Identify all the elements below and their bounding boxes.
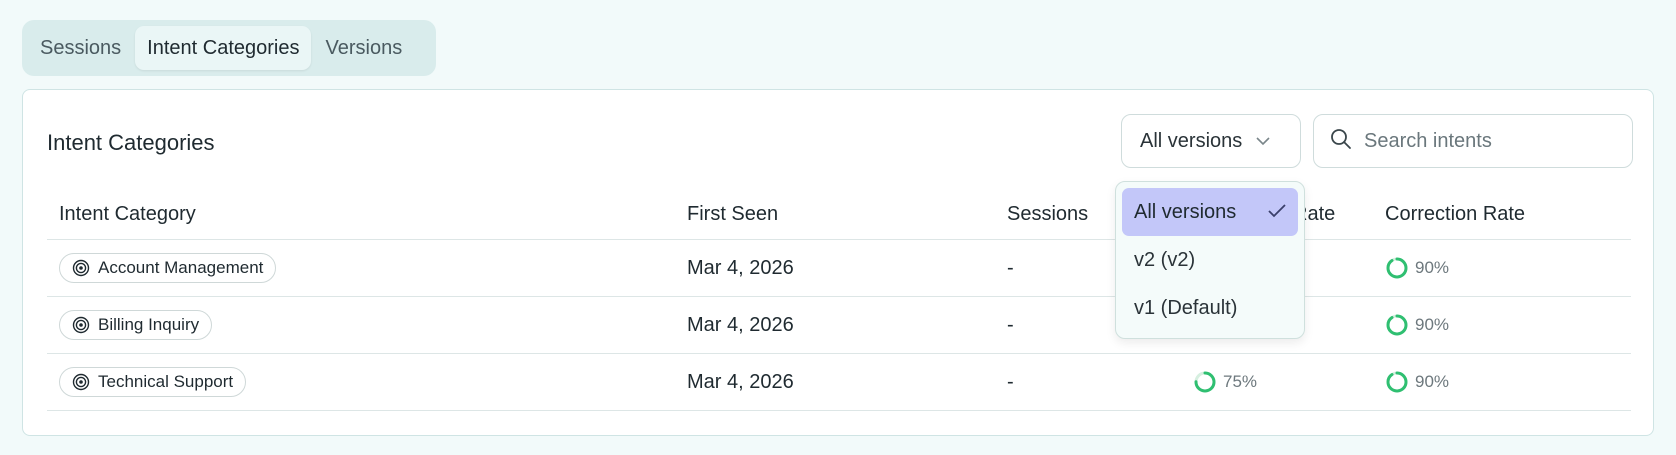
correction-rate-cell: 90%	[1385, 297, 1449, 353]
tab-sessions[interactable]: Sessions	[28, 26, 133, 70]
intent-category-label: Account Management	[98, 258, 264, 277]
table-header: Intent Category First Seen Sessions Reso…	[47, 190, 1631, 240]
target-icon	[72, 259, 90, 277]
check-icon	[1268, 201, 1286, 224]
intent-category-pill[interactable]: Account Management	[59, 253, 277, 283]
intent-category-label: Billing Inquiry	[98, 315, 200, 334]
tab-intent-categories[interactable]: Intent Categories	[135, 26, 312, 70]
progress-ring	[1386, 314, 1408, 336]
option-label: All versions	[1134, 200, 1237, 223]
version-option-all[interactable]: All versions	[1122, 188, 1298, 236]
progress-ring	[1386, 371, 1408, 393]
intent-category-label: Technical Support	[98, 372, 234, 391]
progress-ring	[1386, 257, 1408, 279]
search-input[interactable]	[1364, 129, 1614, 153]
intent-categories-card: Intent Categories All versions Intent Ca…	[22, 89, 1654, 436]
correction-rate-cell: 90%	[1385, 240, 1449, 296]
intents-table: Intent Category First Seen Sessions Reso…	[47, 190, 1631, 411]
version-option-v2[interactable]: v2 (v2)	[1122, 236, 1298, 284]
col-sessions[interactable]: Sessions	[1007, 190, 1088, 239]
card-title: Intent Categories	[47, 130, 215, 155]
table-row[interactable]: Billing InquiryMar 4, 2026-75%90%	[47, 297, 1631, 354]
intent-category-pill[interactable]: Billing Inquiry	[59, 310, 213, 340]
col-intent-category[interactable]: Intent Category	[59, 190, 196, 239]
col-correction-rate[interactable]: Correction Rate	[1385, 190, 1525, 239]
resolution-rate-cell: 75%	[1193, 354, 1257, 410]
correction-rate-value: 90%	[1415, 258, 1450, 277]
col-first-seen[interactable]: First Seen	[687, 190, 778, 239]
search-icon	[1330, 128, 1352, 155]
target-icon	[72, 373, 90, 391]
version-dropdown-menu: All versions v2 (v2) v1 (Default)	[1115, 181, 1305, 339]
progress-ring	[1194, 371, 1216, 393]
table-row[interactable]: Account ManagementMar 4, 2026-75%90%	[47, 240, 1631, 297]
intent-category-cell: Technical Support	[59, 354, 247, 410]
correction-rate-value: 90%	[1415, 315, 1450, 334]
chevron-down-icon	[1256, 136, 1270, 146]
correction-rate-value: 90%	[1415, 372, 1450, 391]
version-select[interactable]: All versions	[1121, 114, 1301, 168]
tab-versions[interactable]: Versions	[313, 26, 414, 70]
target-icon	[72, 316, 90, 334]
first-seen-cell: Mar 4, 2026	[687, 256, 794, 279]
version-select-value: All versions	[1140, 129, 1243, 152]
intent-category-pill[interactable]: Technical Support	[59, 367, 247, 397]
correction-rate-cell: 90%	[1385, 354, 1449, 410]
first-seen-cell: Mar 4, 2026	[687, 313, 794, 336]
option-label: v1 (Default)	[1134, 296, 1238, 319]
intent-category-cell: Billing Inquiry	[59, 297, 213, 353]
intent-category-cell: Account Management	[59, 240, 277, 296]
sessions-cell: -	[1007, 256, 1014, 279]
tab-bar: Sessions Intent Categories Versions	[22, 20, 436, 76]
option-label: v2 (v2)	[1134, 248, 1196, 271]
search-box[interactable]	[1313, 114, 1633, 168]
resolution-rate-value: 75%	[1223, 372, 1258, 391]
version-option-v1[interactable]: v1 (Default)	[1122, 284, 1298, 332]
first-seen-cell: Mar 4, 2026	[687, 370, 794, 393]
table-row[interactable]: Technical Support Mar 4, 2026 - 75% 90%	[47, 354, 1631, 411]
sessions-cell: -	[1007, 313, 1014, 336]
sessions-cell: -	[1007, 370, 1014, 393]
